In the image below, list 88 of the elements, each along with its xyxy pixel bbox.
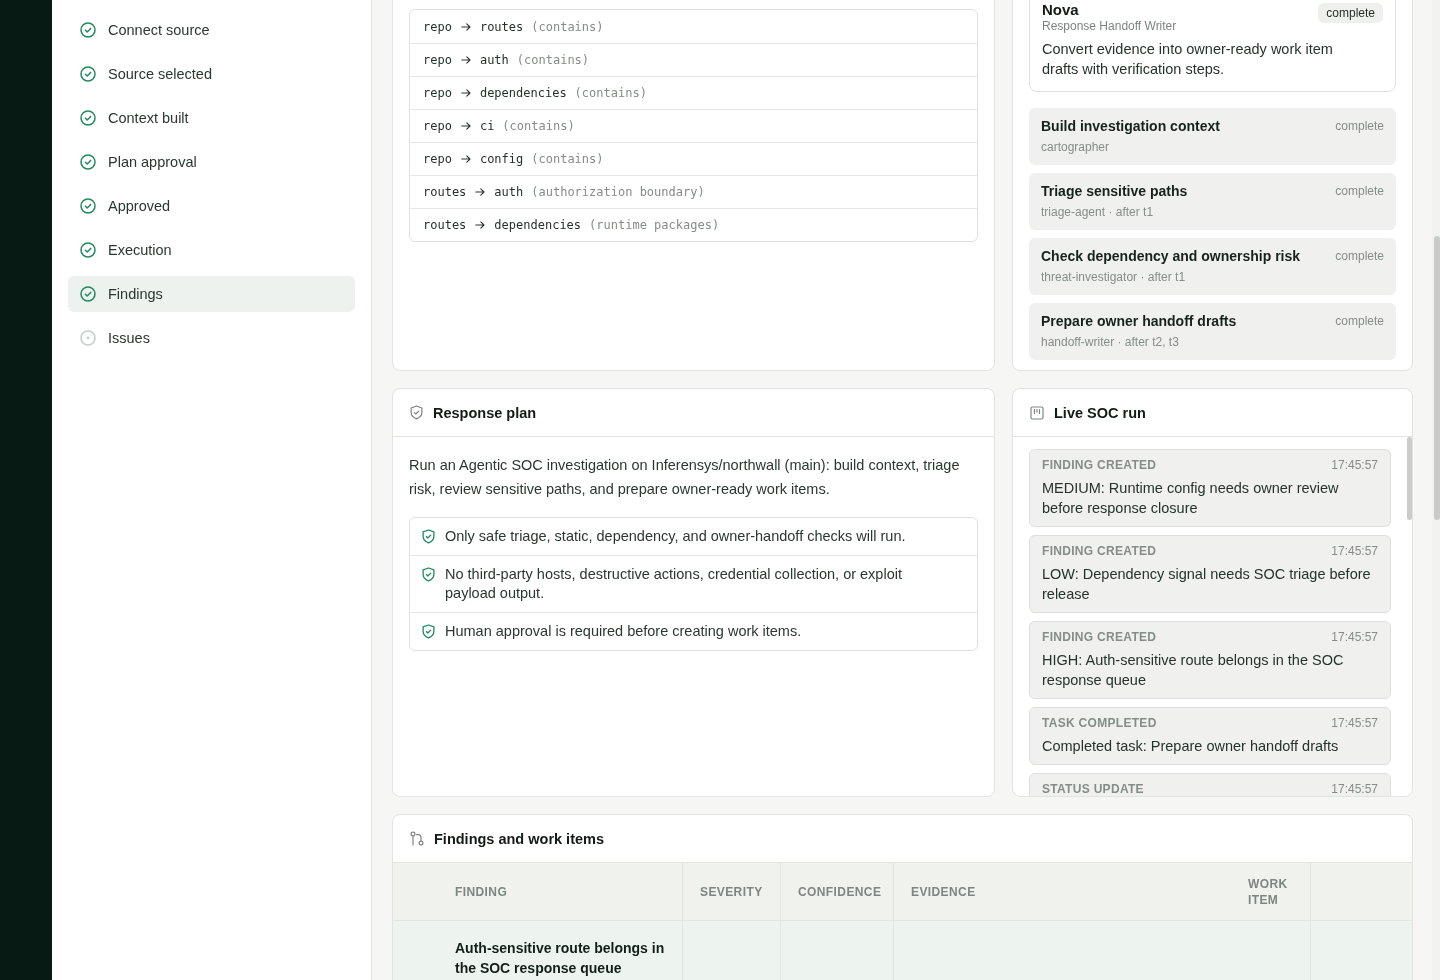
edge-relation: (contains): [516, 53, 590, 67]
arrow-right-icon: [460, 21, 471, 32]
shield-check-icon: [422, 567, 435, 582]
card-title: Response plan: [433, 404, 537, 421]
guardrail-text: Human approval is required before creating work items.: [445, 622, 802, 641]
edge-target: config: [479, 152, 524, 166]
event-type: TASK COMPLETED: [1042, 716, 1157, 730]
edge-target: auth: [479, 53, 509, 67]
event-type: FINDING CREATED: [1042, 544, 1157, 558]
edge-relation: (contains): [502, 119, 575, 133]
event-time: 17:45:57: [1331, 716, 1378, 730]
edge-source: repo: [423, 19, 452, 34]
column-header: SEVERITY: [700, 883, 763, 900]
task-title: Build investigation context: [1041, 117, 1220, 135]
guardrail-text: Only safe triage, static, dependency, and owner-handoff checks will run.: [445, 527, 906, 546]
finding-title: Auth-sensitive route belongs in the SOC response queue: [455, 940, 665, 976]
column-header: FINDING: [455, 883, 508, 900]
step-item[interactable]: Connect source: [68, 12, 355, 48]
edge-relation: (runtime packages): [589, 218, 720, 232]
edge-target: routes: [479, 19, 524, 34]
event-type: STATUS UPDATE: [1042, 782, 1144, 796]
card-title: Live SOC run: [1054, 404, 1146, 421]
git-branch-icon: [410, 831, 424, 846]
step-item[interactable]: Context built: [68, 100, 355, 136]
scrollbar-thumb[interactable]: [1407, 437, 1412, 520]
arrow-right-icon: [460, 88, 471, 98]
event-time: 17:45:57: [1331, 458, 1378, 472]
task-meta: handoff-writer · after t2, t3: [1041, 334, 1179, 350]
edge-target: ci: [479, 119, 495, 133]
scrollbar-thumb[interactable]: [1434, 236, 1440, 520]
agent-role: Response Handoff Writer: [1042, 18, 1177, 34]
step-item[interactable]: Approved: [68, 188, 355, 224]
column-header: WORK ITEM: [1248, 875, 1289, 908]
task-status: complete: [1335, 184, 1384, 198]
edge-source: repo: [423, 152, 452, 166]
task-title: Triage sensitive paths: [1041, 182, 1188, 200]
edge-source: repo: [423, 119, 452, 133]
task-title: Prepare owner handoff drafts: [1041, 312, 1237, 330]
task-meta: threat-investigator · after t1: [1041, 269, 1186, 285]
event-message: MEDIUM: Runtime config needs owner review before response closure: [1042, 479, 1340, 518]
event-message: HIGH: Auth-sensitive route belongs in the SOC response queue: [1042, 651, 1345, 690]
arrow-right-icon: [460, 55, 471, 65]
arrow-right-icon: [460, 154, 471, 164]
step-item[interactable]: Issues: [68, 320, 355, 356]
table-row[interactable]: Auth-sensitive route belongs in the SOC response queue: [393, 921, 1412, 980]
arrow-right-icon: [460, 121, 471, 131]
step-item[interactable]: Plan approval: [68, 144, 355, 180]
guardrail-text: No third-party hosts, destructive actions, credential collection, or exploit payload output.: [445, 565, 903, 603]
edge-relation: (contains): [531, 19, 604, 34]
event-type: FINDING CREATED: [1042, 458, 1157, 472]
edge-target: dependencies: [494, 218, 582, 232]
event-message: LOW: Dependency signal needs SOC triage before release: [1042, 565, 1372, 604]
arrow-right-icon: [475, 187, 486, 197]
edge-source: routes: [423, 218, 467, 232]
task-meta: triage-agent · after t1: [1041, 204, 1154, 220]
event-time: 17:45:57: [1331, 544, 1378, 558]
plan-summary: Run an Agentic SOC investigation on Inferensys/northwall (main): build context, triage risk, review sensitive paths, and prepare owner-ready work items.: [409, 456, 961, 499]
status-badge: complete: [1318, 3, 1383, 23]
event-time: 17:45:57: [1331, 782, 1378, 796]
edge-relation: (authorization boundary): [531, 185, 705, 199]
task-title: Check dependency and ownership risk: [1041, 247, 1301, 265]
arrow-right-icon: [475, 220, 486, 230]
shield-check-icon: [422, 529, 435, 544]
edge-target: auth: [494, 185, 524, 199]
shield-check-icon: [410, 405, 423, 420]
step-item[interactable]: Execution: [68, 232, 355, 268]
task-status: complete: [1335, 119, 1384, 133]
task-status: complete: [1335, 314, 1384, 328]
event-message: Completed task: Prepare owner handoff drafts: [1042, 737, 1340, 756]
event-type: FINDING CREATED: [1042, 630, 1157, 644]
step-item[interactable]: Source selected: [68, 56, 355, 92]
column-header: EVIDENCE: [911, 883, 976, 900]
board-icon: [1030, 405, 1044, 420]
agent-description: Convert evidence into owner-ready work item drafts with verification steps.: [1042, 40, 1334, 79]
event-time: 17:45:57: [1331, 630, 1378, 644]
column-header: CONFIDENCE: [798, 883, 882, 900]
task-status: complete: [1335, 249, 1384, 263]
edge-relation: (contains): [574, 86, 647, 100]
card-title: Findings and work items: [434, 830, 604, 847]
edge-target: dependencies: [479, 86, 567, 100]
edge-relation: (contains): [531, 152, 604, 166]
agent-name: Nova: [1042, 1, 1080, 18]
edge-source: repo: [423, 53, 452, 67]
step-item[interactable]: Findings: [68, 276, 355, 312]
task-meta: cartographer: [1041, 139, 1110, 155]
edge-source: routes: [423, 185, 467, 199]
shield-check-icon: [422, 624, 435, 639]
edge-source: repo: [423, 86, 452, 100]
